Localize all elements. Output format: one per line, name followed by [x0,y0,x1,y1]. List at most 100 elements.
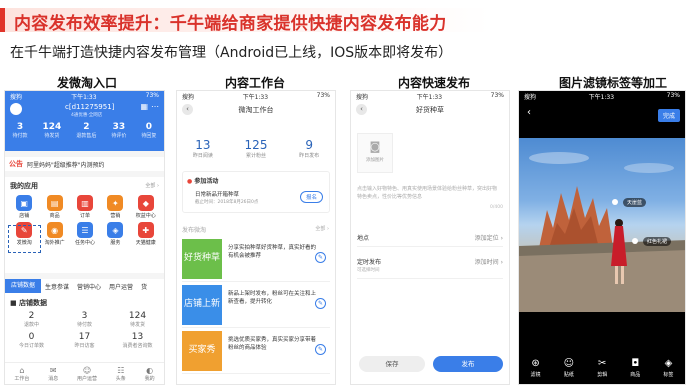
shop-stat-item[interactable]: 17 昨日访客 [58,332,111,349]
bottom-nav-item[interactable]: ✉ 消息 [48,366,58,382]
scan-icon[interactable]: ▦ [140,102,148,111]
back-icon[interactable]: ‹ [182,104,193,115]
shop-stats-grid: 2 退款中 3 待付款 124 待发货 0 今日订单数 17 昨日访客 13 消费者咨询数 [5,311,164,349]
notice-tag: 公告 [9,160,23,168]
app-label: 淘外推广 [44,240,65,246]
app-item[interactable]: ☰ 任务中心 [70,222,100,246]
stat-item[interactable]: 3 待付款 [13,122,28,139]
more-icon[interactable]: ⋯ [151,102,159,111]
shop-stat-item[interactable]: 0 今日订单数 [5,332,58,349]
edit-icon[interactable]: ✎ [315,344,326,355]
stat-item[interactable]: 2 退款售后 [76,122,96,139]
shop-name: c[d11275951] [65,103,115,111]
location-row[interactable]: 地点 添加定位 › [357,233,503,247]
status-bar: 搜狗 下午1:33 73% [5,91,164,101]
status-bar: 搜狗 下午1:33 73% [351,91,509,101]
avatar[interactable] [10,103,22,115]
app-icon: ▥ [76,195,93,211]
nav-label: 工作台 [14,375,30,382]
app-label: 营销 [110,213,121,219]
tab-marketing[interactable]: 营销中心 [73,282,105,291]
photo-preview[interactable]: 天崖蓝 红色礼裙 [519,138,685,312]
section-label-entry: 发微淘入口 [56,76,117,90]
publish-all-link[interactable]: 全部 › [315,225,329,232]
activity-header-text: 参加活动 [194,178,219,185]
tool-item[interactable]: ☺ 贴纸 [564,358,574,378]
tool-item[interactable]: ✂ 剪辑 [597,358,607,378]
shop-stat-item[interactable]: 13 消费者咨询数 [111,332,164,349]
bottom-nav-item[interactable]: ☺ 用户运营 [77,366,97,382]
app-item[interactable]: ◈ 服务 [100,222,130,246]
tab-user-ops[interactable]: 用户运营 [105,282,137,291]
activity-header: ● 参加活动 [187,176,218,185]
save-button[interactable]: 保存 [359,356,425,372]
tool-item[interactable]: ◈ 标签 [663,358,673,378]
edit-icon[interactable]: ✎ [315,252,326,263]
schedule-row[interactable]: 定时发布 可选择时间 添加时间 › [357,257,503,279]
done-button[interactable]: 完成 [657,109,680,122]
tab-goods[interactable]: 货 [137,282,151,291]
app-item[interactable]: ◉ 淘外推广 [39,222,69,246]
tag-anchor-dot[interactable] [612,199,618,205]
bottom-nav: ⌂ 工作台 ✉ 消息 ☺ 用户运营 ☷ 头条 ◐ 我的 [5,362,164,384]
app-item[interactable]: ◆ 权益中心 [131,195,161,219]
shop-stat-item[interactable]: 3 待付款 [58,311,111,328]
shop-stat-value: 2 [28,311,35,321]
publish-button[interactable]: 发布 [433,356,503,372]
stat-item[interactable]: 33 待评价 [111,122,126,139]
tool-item[interactable]: ◘ 商品 [630,358,640,378]
shop-stat-item[interactable]: 2 退款中 [5,311,58,328]
nav-label: 用户运营 [76,375,97,382]
tag-label-dress[interactable]: 红色礼裙 [643,237,672,246]
apps-all-link[interactable]: 全部 › [145,182,159,189]
app-item[interactable]: ▥ 订单 [70,195,100,219]
app-icon: ▣ [16,195,33,211]
publish-type-item[interactable]: 买家秀 挑选优质买家秀，真实买家分享带着粉丝的商品体验 ✎ [182,328,330,374]
tool-item[interactable]: ⊛ 滤镜 [531,358,541,378]
app-label: 店铺 [19,213,30,219]
app-icon: ☰ [76,222,93,238]
stat-item[interactable]: 0 待回复 [141,122,156,139]
publish-header: 发布微淘 [182,227,207,234]
status-time: 下午1:33 [588,94,615,101]
app-item[interactable]: ▤ 商品 [39,195,69,219]
phone-content-workbench: 搜狗 下午1:33 73% ‹ 微淘工作台 13 昨日阅读 125 累计粉丝 9 昨日… [176,90,336,385]
publish-type-list: 好货种草 分享实拍种草好货种草，真实好看的有机会被推荐 ✎ 店铺上新 新品上架时发布，粉… [182,236,330,374]
shop-stat-item[interactable]: 124 待发货 [111,311,164,328]
bottom-nav-item[interactable]: ◐ 我的 [145,366,155,382]
tab-business-advisor[interactable]: 生意参谋 [41,282,73,291]
back-icon[interactable]: ‹ [527,107,531,118]
tag-anchor-dot[interactable] [632,238,638,244]
publish-type-item[interactable]: 店铺上新 新品上架时发布，粉丝可在关注和上新查看，提升转化 ✎ [182,282,330,328]
edit-icon[interactable]: ✎ [315,298,326,309]
notice-bar[interactable]: 公告 阿里妈妈"超级推荐"内测预约 [5,157,164,171]
stat-value: 9 [305,138,313,152]
carrier-text: 搜狗 [182,94,195,101]
battery-text: 73% [490,92,504,99]
tab-shop-data[interactable]: 店铺数据 [5,279,42,293]
notice-text: 阿里妈妈"超级推荐"内测预约 [27,161,105,169]
app-label: 任务中心 [74,240,95,246]
app-item[interactable]: ▣ 店铺 [9,195,39,219]
app-icon: ◆ [137,195,154,211]
status-time: 下午1:33 [71,94,97,101]
bottom-nav-item[interactable]: ☷ 头条 [116,366,126,382]
signup-button[interactable]: 报名 [299,191,323,203]
add-image-button[interactable]: ◙ 添加图片 [357,133,393,173]
stat-value: 0 [145,122,153,132]
shop-subtitle: 4通优惠·全网店 [71,113,103,118]
tag-label-sky[interactable]: 天崖蓝 [623,198,647,207]
location-value: 添加定位 › [474,235,503,242]
phone-quick-publish: 搜狗 下午1:33 73% ‹ 好货种草 ◙ 添加图片 点击输入好物特色、用真实… [350,90,510,385]
app-item[interactable]: ✚ 天猫健康 [131,222,161,246]
stat-item[interactable]: 124 待发货 [43,122,62,139]
shop-stat-label: 待付款 [76,322,92,328]
publish-type-item[interactable]: 好货种草 分享实拍种草好货种草，真实好看的有机会被推荐 ✎ [182,236,330,282]
back-icon[interactable]: ‹ [356,104,367,115]
content-textarea[interactable]: 点击输入好物特色、用真实使用场景体验给粉丝种草，突出好物特色卖点，性价比等优势信… [357,185,497,201]
bottom-nav-item[interactable]: ⌂ 工作台 [14,366,29,382]
section-label-filter: 图片滤镜标签等加工 [558,76,667,90]
app-item[interactable]: ✦ 营销 [100,195,130,219]
nav-title: 微淘工作台 [238,106,274,114]
char-counter: 0/400 [490,205,503,210]
